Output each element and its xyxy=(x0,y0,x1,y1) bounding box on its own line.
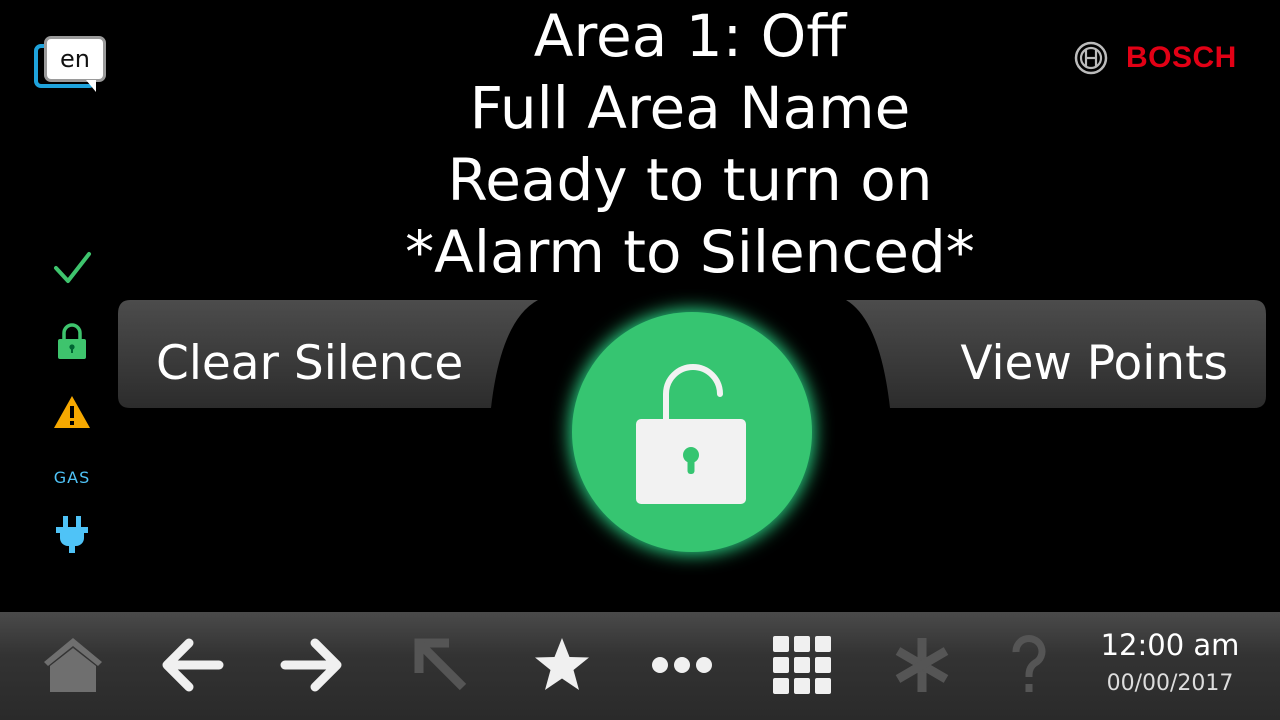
trouble-warning-icon xyxy=(50,394,94,430)
home-icon xyxy=(44,638,102,692)
date-time-display: 12:00 am 00/00/2017 xyxy=(1090,628,1250,700)
shortcut-button[interactable] xyxy=(408,632,474,698)
home-button[interactable] xyxy=(40,632,106,698)
forward-arrow-icon xyxy=(280,638,342,692)
current-date: 00/00/2017 xyxy=(1106,671,1234,696)
clear-silence-button[interactable]: Clear Silence xyxy=(116,300,546,410)
ready-check-icon xyxy=(50,250,94,286)
unlocked-padlock-icon xyxy=(636,364,746,504)
more-button[interactable] xyxy=(649,632,715,698)
help-button[interactable] xyxy=(996,632,1062,698)
clear-silence-label: Clear Silence xyxy=(156,336,464,391)
view-points-button[interactable]: View Points xyxy=(846,300,1268,410)
keypad-icon xyxy=(773,636,831,694)
lock-status-icon xyxy=(50,322,94,360)
asterisk-icon xyxy=(895,638,949,692)
language-code: en xyxy=(44,36,106,82)
back-arrow-icon xyxy=(162,638,224,692)
asterisk-button[interactable] xyxy=(889,632,955,698)
language-selector-button[interactable]: en xyxy=(34,36,110,104)
area-state-title: Area 1: Off xyxy=(533,2,847,70)
forward-button[interactable] xyxy=(279,632,345,698)
alarm-message: *Alarm to Silenced* xyxy=(405,218,975,286)
readiness-status: Ready to turn on xyxy=(447,146,933,214)
favorites-star-icon xyxy=(535,638,589,690)
language-bubble-tail xyxy=(86,80,96,92)
arm-toggle-button[interactable] xyxy=(572,312,812,552)
current-time: 12:00 am xyxy=(1100,628,1240,662)
shortcut-arrow-icon xyxy=(414,638,467,691)
help-icon xyxy=(1012,634,1046,692)
back-button[interactable] xyxy=(159,632,225,698)
keypad-button[interactable] xyxy=(769,632,835,698)
area-name: Full Area Name xyxy=(469,74,911,142)
ac-power-plug-icon xyxy=(50,514,94,554)
more-icon xyxy=(652,657,712,673)
gas-indicator-label: GAS xyxy=(53,468,91,487)
view-points-label: View Points xyxy=(960,336,1228,391)
brand-name: BOSCH xyxy=(1126,41,1237,74)
favorites-button[interactable] xyxy=(529,632,595,698)
bottom-toolbar: 12:00 am 00/00/2017 xyxy=(0,612,1280,720)
brand-logo: BOSCH xyxy=(1074,38,1237,78)
